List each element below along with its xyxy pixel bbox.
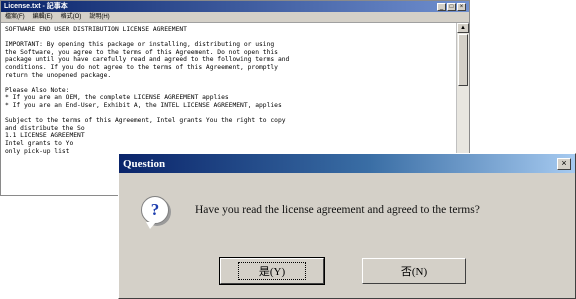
text-line: * If you are an End-User, Exhibit A, the… [5, 101, 282, 109]
text-line: Please Also Note: [5, 86, 70, 94]
question-dialog: Question × ? Have you read the license a… [118, 153, 576, 299]
scroll-thumb[interactable] [458, 34, 468, 86]
text-line: and distribute the So [5, 124, 85, 132]
yes-button[interactable]: 是(Y) [219, 257, 325, 285]
text-line: package until you have carefully read an… [5, 56, 290, 64]
dialog-message: Have you read the license agreement and … [195, 204, 480, 216]
notepad-title: License.txt - 記事本 [4, 3, 68, 10]
close-icon[interactable]: × [457, 2, 466, 11]
no-button[interactable]: 否(N) [362, 258, 466, 284]
menu-edit[interactable]: 編輯(E) [33, 12, 53, 22]
close-icon[interactable]: × [557, 157, 571, 170]
text-line: IMPORTANT: By opening this package or in… [5, 41, 275, 49]
menu-format[interactable]: 格式(O) [61, 12, 82, 22]
no-button-label: 否(N) [400, 266, 428, 278]
menu-file[interactable]: 檔案(F) [5, 12, 25, 22]
text-line: return the unopened package. [5, 71, 112, 79]
text-line: Intel grants to Yo [5, 139, 74, 147]
text-line: * If you are an OEM, the complete LICENS… [5, 94, 229, 102]
notepad-titlebar[interactable]: License.txt - 記事本 _ □ × [1, 1, 469, 12]
text-line: Subject to the terms of this Agreement, … [5, 117, 286, 125]
scroll-up-icon[interactable]: ▲ [457, 23, 469, 33]
question-icon: ? [141, 196, 169, 229]
menu-help[interactable]: 說明(H) [89, 12, 109, 22]
text-line: conditions. If you do not agree to the t… [5, 63, 278, 71]
text-line: 1.1 LICENSE AGREEMENT [5, 132, 85, 140]
text-line: the Software, you agree to the terms of … [5, 48, 278, 56]
dialog-title: Question [123, 157, 166, 170]
yes-button-label: 是(Y) [237, 262, 307, 280]
minimize-icon[interactable]: _ [437, 2, 446, 11]
text-line [5, 110, 453, 118]
dialog-titlebar[interactable]: Question × [119, 154, 575, 173]
notepad-menubar: 檔案(F) 編輯(E) 格式(O) 說明(H) [1, 12, 469, 23]
maximize-icon[interactable]: □ [447, 2, 456, 11]
text-line [5, 79, 453, 87]
text-line: SOFTWARE END USER DISTRIBUTION LICENSE A… [5, 26, 187, 33]
text-line [5, 34, 453, 42]
